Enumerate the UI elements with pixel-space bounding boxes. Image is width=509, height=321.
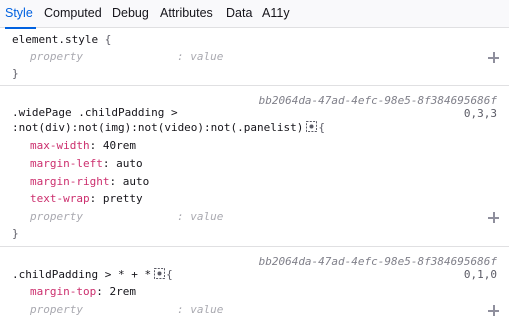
add-declaration-button[interactable] (488, 52, 499, 63)
property-value[interactable]: pretty (103, 192, 143, 205)
value-placeholder[interactable]: value (190, 210, 223, 223)
new-value-placeholder[interactable]: : value (177, 50, 223, 63)
tab-data-label: Data (226, 6, 253, 20)
stylesheet-source-link[interactable]: bb2064da-47ad-4efc-98e5-8f384695686f (259, 255, 497, 268)
highlight-elements-icon[interactable] (154, 268, 166, 279)
colon: : (177, 50, 184, 63)
rule-selector[interactable]: element.style (12, 33, 98, 46)
add-declaration-button[interactable] (488, 305, 499, 316)
declaration[interactable]: margin-right: auto (30, 175, 149, 188)
selector-specificity: 0,3,3 (463, 107, 497, 120)
new-property-placeholder[interactable]: property (30, 210, 83, 223)
tab-computed-label: Computed (44, 6, 102, 20)
element-style-selector-line: element.style { (12, 33, 111, 46)
property-name[interactable]: margin-top (30, 285, 96, 298)
property-value[interactable]: auto (123, 175, 150, 188)
declaration[interactable]: margin-top: 2rem (30, 285, 136, 298)
value-placeholder[interactable]: value (190, 50, 223, 63)
property-value[interactable]: auto (116, 157, 143, 170)
add-declaration-button[interactable] (488, 212, 499, 223)
colon: : (109, 175, 117, 188)
colon: : (96, 285, 103, 298)
property-name[interactable]: margin-right (30, 175, 109, 188)
tab-attributes-label: Attributes (160, 6, 213, 20)
stylesheet-source-link[interactable]: bb2064da-47ad-4efc-98e5-8f384695686f (259, 94, 497, 107)
css-rule: bb2064da-47ad-4efc-98e5-8f384695686f 0,1… (0, 248, 509, 321)
tab-a11y[interactable]: A11y (262, 0, 290, 28)
css-rule: bb2064da-47ad-4efc-98e5-8f384695686f 0,3… (0, 87, 509, 247)
property-value[interactable]: 2rem (109, 285, 136, 298)
declaration[interactable]: max-width: 40rem (30, 139, 136, 152)
selector-specificity: 0,1,0 (463, 268, 497, 281)
property-placeholder[interactable]: property (30, 50, 83, 63)
close-brace: } (12, 67, 19, 80)
tab-debug-label: Debug (112, 6, 149, 20)
tab-style-label: Style (5, 6, 33, 20)
tab-attributes[interactable]: Attributes (160, 0, 213, 28)
rule-selector[interactable]: .childPadding > * + * (12, 268, 151, 281)
declaration[interactable]: text-wrap: pretty (30, 192, 143, 205)
property-placeholder[interactable]: property (30, 210, 83, 223)
rule-selector[interactable]: .widePage .childPadding > (12, 106, 178, 119)
inspector-tab-bar: Style Computed Debug Attributes Data A11… (0, 0, 509, 29)
rule-selector-continued[interactable]: :not(div):not(img):not(video):not(.panel… (12, 121, 303, 134)
open-brace: { (166, 268, 173, 281)
rule-selector-line: .childPadding > * + * { (12, 268, 173, 281)
new-property-placeholder[interactable]: property (30, 50, 83, 63)
tab-a11y-label: A11y (262, 6, 290, 20)
open-brace: { (104, 33, 112, 46)
property-placeholder[interactable]: property (30, 303, 83, 316)
declaration[interactable]: margin-left: auto (30, 157, 143, 170)
highlight-elements-icon[interactable] (306, 121, 318, 132)
element-style-rule: element.style { property : value } (0, 29, 509, 86)
colon: : (177, 210, 184, 223)
colon: : (89, 139, 97, 152)
value-placeholder[interactable]: value (190, 303, 223, 316)
tab-data[interactable]: Data (226, 0, 252, 28)
rule-selector-line-2: :not(div):not(img):not(video):not(.panel… (12, 121, 325, 134)
new-value-placeholder[interactable]: : value (177, 303, 223, 316)
tab-debug[interactable]: Debug (112, 0, 149, 28)
colon: : (102, 157, 110, 170)
colon: : (177, 303, 184, 316)
property-name[interactable]: max-width (30, 139, 90, 152)
property-name[interactable]: text-wrap (30, 192, 90, 205)
property-value[interactable]: 40rem (103, 139, 136, 152)
new-property-placeholder[interactable]: property (30, 303, 83, 316)
new-value-placeholder[interactable]: : value (177, 210, 223, 223)
close-brace: } (12, 227, 19, 240)
property-name[interactable]: margin-left (30, 157, 103, 170)
colon: : (89, 192, 97, 205)
open-brace: { (318, 121, 326, 134)
tab-style[interactable]: Style (5, 0, 36, 29)
tab-computed[interactable]: Computed (44, 0, 102, 28)
